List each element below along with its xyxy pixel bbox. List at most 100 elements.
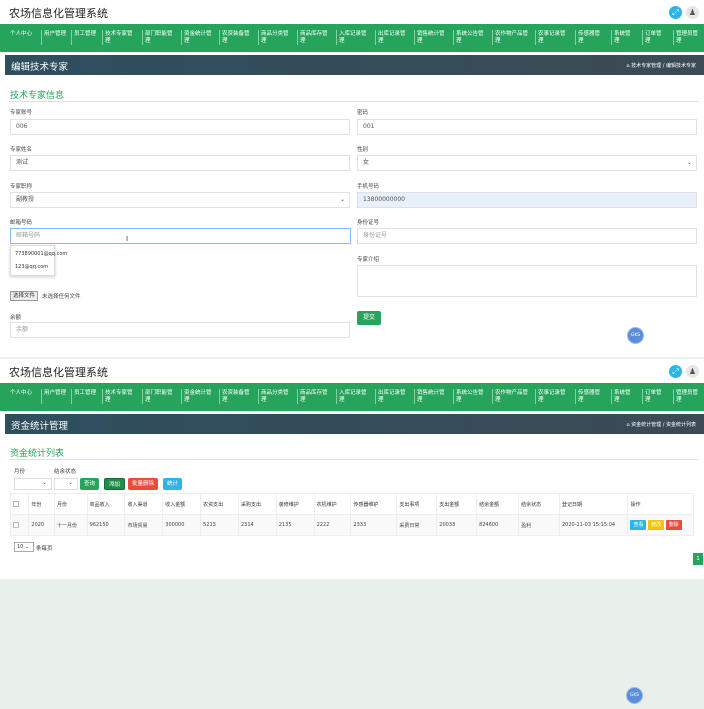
nav-item-outbound[interactable]: 出库记录管理 xyxy=(375,383,408,411)
col-header[interactable]: 年份 xyxy=(28,493,55,515)
col-header[interactable]: 收入渠道 xyxy=(124,493,164,515)
nav-item-inbound[interactable]: 入库记录管理 xyxy=(336,24,369,52)
email-input[interactable]: 邮箱号码 xyxy=(10,228,351,244)
nav-item-profile[interactable]: 个人中心 xyxy=(10,383,32,411)
month-filter-label: 月份 xyxy=(14,469,26,475)
cell-purchase-cost: 2314 xyxy=(237,514,277,536)
nav-item-staff[interactable]: 员工管理 xyxy=(71,383,96,411)
phone-label: 手机号码 xyxy=(357,184,380,190)
nav-item-stock[interactable]: 商品库存管理 xyxy=(297,24,330,52)
breadcrumb: ⌂ 资金统计管理 / 资金统计列表 xyxy=(626,422,696,428)
nav-item-users[interactable]: 用户管理 xyxy=(41,24,66,52)
col-header[interactable]: 农机维护 xyxy=(313,493,352,515)
balance-input[interactable]: 余额 xyxy=(10,322,350,338)
cell-cost-amount: 20033 xyxy=(436,514,478,536)
nav-item-system[interactable]: 系统管理 xyxy=(611,383,634,411)
float-badge[interactable]: GKS xyxy=(627,327,644,344)
batch-delete-button[interactable]: 批量删除 xyxy=(128,478,159,490)
col-header[interactable]: 装修维护 xyxy=(275,493,315,515)
nav-item-equipment[interactable]: 农资装备管理 xyxy=(219,383,252,411)
nav-item-experts[interactable]: 技术专家管理 xyxy=(102,24,135,52)
top-bar: 农场信息化管理系统 ⤢ ♟ xyxy=(0,0,704,24)
page-size-select[interactable]: 10 ⌄ xyxy=(14,542,34,552)
nav-item-crops[interactable]: 农作物产品管理 xyxy=(492,24,529,52)
name-input[interactable]: 测试 xyxy=(10,155,350,171)
nav-item-outbound[interactable]: 出库记录管理 xyxy=(375,24,408,52)
cell-status: 盈利 xyxy=(518,514,560,536)
delete-button[interactable]: 删除 xyxy=(665,520,682,530)
month-filter-select[interactable]: ⌄ xyxy=(14,478,52,490)
title-select[interactable]: 副教授 ⌄ xyxy=(10,192,350,208)
nav-item-admins[interactable]: 管理员管理 xyxy=(673,24,700,52)
col-header[interactable]: 传感器维护 xyxy=(350,493,398,515)
pointer-cursor-icon: ☝ xyxy=(108,483,113,492)
nav-item-sensors[interactable]: 传感器管理 xyxy=(575,24,604,52)
nav-item-farm-records[interactable]: 农事记录管理 xyxy=(535,383,568,411)
edit-button[interactable]: 修改 xyxy=(648,520,665,530)
nav-item-admins[interactable]: 管理员管理 xyxy=(673,383,700,411)
home-icon[interactable]: ⌂ xyxy=(626,422,629,428)
nav-item-stock[interactable]: 商品库存管理 xyxy=(297,383,330,411)
cell-machine: 2222 xyxy=(313,514,352,536)
page-number-button[interactable]: 1 xyxy=(693,553,703,565)
col-header[interactable]: 月份 xyxy=(53,493,88,515)
col-header[interactable]: 支出事项 xyxy=(396,493,438,515)
nav-item-experts[interactable]: 技术专家管理 xyxy=(102,383,135,411)
autocomplete-option[interactable]: 123@qq.com xyxy=(15,264,48,270)
col-header[interactable]: 结余金额 xyxy=(476,493,520,515)
nav-item-categories[interactable]: 商品分类管理 xyxy=(258,24,291,52)
nav-item-users[interactable]: 用户管理 xyxy=(41,383,66,411)
col-header[interactable]: 农资支出 xyxy=(200,493,239,515)
user-icon[interactable]: ♟ xyxy=(686,6,699,19)
col-header[interactable]: 结余状态 xyxy=(518,493,560,515)
nav-item-departments[interactable]: 部门职能管理 xyxy=(142,383,175,411)
fullscreen-icon[interactable]: ⤢ xyxy=(669,365,682,378)
float-badge[interactable]: GKS xyxy=(626,687,643,704)
cell-goods-income: 962150 xyxy=(86,514,126,536)
row-checkbox[interactable] xyxy=(9,514,30,536)
nav-item-equipment[interactable]: 农资装备管理 xyxy=(219,24,252,52)
nav-item-sensors[interactable]: 传感器管理 xyxy=(575,383,604,411)
view-button[interactable]: 查看 xyxy=(630,520,647,530)
nav-item-orders[interactable]: 订单管理 xyxy=(642,24,665,52)
nav-item-funds[interactable]: 资金统计管理 xyxy=(181,24,214,52)
gender-select[interactable]: 女 ⌄ xyxy=(357,155,697,171)
nav-item-crops[interactable]: 农作物产品管理 xyxy=(492,383,529,411)
user-icon[interactable]: ♟ xyxy=(686,365,699,378)
home-icon[interactable]: ⌂ xyxy=(626,63,629,69)
email-autocomplete: 773890001@qq.com 123@qq.com xyxy=(10,245,67,276)
col-header[interactable]: 支出金额 xyxy=(436,493,478,515)
nav-item-departments[interactable]: 部门职能管理 xyxy=(142,24,175,52)
nav-item-orders[interactable]: 订单管理 xyxy=(642,383,665,411)
idcard-input[interactable]: 身份证号 xyxy=(357,228,697,244)
nav-item-farm-records[interactable]: 农事记录管理 xyxy=(535,24,568,52)
nav-item-profile[interactable]: 个人中心 xyxy=(10,24,32,52)
query-button[interactable]: 查询 xyxy=(80,478,100,490)
submit-button[interactable]: 提交 xyxy=(357,311,381,325)
status-filter-select[interactable]: ⌄ xyxy=(54,478,78,490)
select-all-checkbox[interactable] xyxy=(9,493,30,515)
choose-file-button[interactable]: 选择文件 xyxy=(10,291,39,301)
nav-item-funds[interactable]: 资金统计管理 xyxy=(181,383,214,411)
password-input[interactable]: 001 xyxy=(357,119,697,135)
nav-item-sales[interactable]: 销售统计管理 xyxy=(414,24,447,52)
nav-item-notices[interactable]: 系统公告管理 xyxy=(453,24,486,52)
fullscreen-icon[interactable]: ⤢ xyxy=(669,6,682,19)
autocomplete-option[interactable]: 773890001@qq.com xyxy=(15,251,67,257)
intro-textarea[interactable] xyxy=(357,265,697,297)
col-header[interactable]: 采购支出 xyxy=(237,493,277,515)
nav-item-sales[interactable]: 销售统计管理 xyxy=(414,383,447,411)
expert-no-input[interactable]: 006 xyxy=(10,119,350,135)
nav-item-system[interactable]: 系统管理 xyxy=(611,24,634,52)
col-header[interactable]: 收入金额 xyxy=(162,493,202,515)
phone-input[interactable]: 13800000000 xyxy=(357,192,697,208)
col-header[interactable]: 登记日期 xyxy=(558,493,629,515)
chevron-down-icon: ⌄ xyxy=(686,159,692,166)
nav-item-inbound[interactable]: 入库记录管理 xyxy=(336,383,369,411)
nav-item-notices[interactable]: 系统公告管理 xyxy=(453,383,486,411)
stats-button[interactable]: 统计 xyxy=(163,478,183,490)
nav-item-categories[interactable]: 商品分类管理 xyxy=(258,383,291,411)
nav-item-staff[interactable]: 员工管理 xyxy=(71,24,96,52)
text-cursor-icon: I xyxy=(126,235,129,243)
col-header[interactable]: 商品收入 xyxy=(86,493,126,515)
